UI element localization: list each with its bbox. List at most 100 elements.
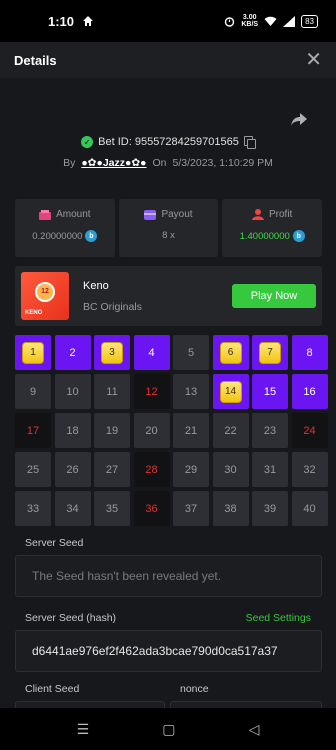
details-header: Details ✕ xyxy=(0,42,336,78)
payout-value: 8 x xyxy=(162,230,175,241)
server-hash-label: Server Seed (hash) xyxy=(25,612,117,624)
nonce-field[interactable] xyxy=(170,701,322,708)
keno-tile: 17 xyxy=(15,413,51,448)
server-hash-field[interactable]: d6441ae976ef2f462ada3bcae790d0ca517a37 xyxy=(15,630,322,672)
game-name: Keno xyxy=(83,279,109,292)
page-title: Details xyxy=(14,52,57,68)
close-icon[interactable]: ✕ xyxy=(305,50,322,70)
client-seed-field[interactable] xyxy=(15,701,165,708)
keno-tile: 22 xyxy=(212,413,249,448)
keno-tile: 37 xyxy=(173,491,209,526)
recent-apps-icon[interactable]: ☰ xyxy=(77,721,90,738)
status-bar: 1:10 3.00 KB/S 83 xyxy=(0,0,336,42)
hit-gem-icon: 7 xyxy=(259,341,281,364)
play-now-button[interactable]: Play Now xyxy=(232,284,316,308)
keno-tile: 40 xyxy=(291,491,328,526)
keno-tile: 27 xyxy=(94,452,130,487)
keno-tile: 36 xyxy=(133,491,170,526)
payout-icon xyxy=(144,209,157,220)
wifi-icon xyxy=(264,16,277,26)
keno-tile: 38 xyxy=(212,491,249,526)
status-icons: 3.00 KB/S 83 xyxy=(224,14,318,28)
thumbnail-tag: KENO xyxy=(25,310,43,316)
bet-meta-row: By ●✿●Jazz●✿● On 5/3/2023, 1:10:29 PM xyxy=(0,157,336,169)
keno-tile: 10 xyxy=(54,374,91,409)
username-link[interactable]: ●✿●Jazz●✿● xyxy=(81,157,146,169)
keno-tile: 12 xyxy=(133,374,170,409)
keno-tile: 29 xyxy=(173,452,209,487)
client-seed-label: Client Seed xyxy=(25,683,80,695)
keno-tile: 16 xyxy=(291,374,328,409)
home-icon[interactable]: ▢ xyxy=(162,721,175,738)
server-seed-field[interactable]: The Seed hasn't been revealed yet. xyxy=(15,555,322,597)
keno-tile: 34 xyxy=(54,491,91,526)
hit-gem-icon: 3 xyxy=(101,341,123,364)
coin-icon: b xyxy=(85,230,98,242)
keno-tile: 18 xyxy=(54,413,91,448)
signal-icon xyxy=(283,15,296,27)
keno-grid: 1 2 3 4 5 6 7 8 9 10 11 12 13 14 15 16 17 18 19 20 21 22 23 24 2… xyxy=(15,335,328,526)
bet-id: Bet ID: 95557284259701565 xyxy=(98,136,239,148)
keno-tile: 14 xyxy=(212,374,249,409)
bet-id-row: ✓ Bet ID: 95557284259701565 xyxy=(0,136,336,149)
share-icon[interactable] xyxy=(290,110,308,128)
amount-icon xyxy=(39,209,52,220)
copy-icon[interactable] xyxy=(243,136,256,149)
keno-tile: 8 xyxy=(291,335,328,370)
keno-tile: 33 xyxy=(15,491,51,526)
payout-card: Payout 8 x xyxy=(118,199,219,257)
keno-tile: 21 xyxy=(173,413,209,448)
keno-ball-icon: 12 xyxy=(35,282,55,302)
keno-tile: 28 xyxy=(133,452,170,487)
keno-tile: 9 xyxy=(15,374,51,409)
keno-tile: 5 xyxy=(173,335,209,370)
keno-tile: 20 xyxy=(133,413,170,448)
by-label: By xyxy=(63,157,76,169)
on-label: On xyxy=(152,157,167,169)
keno-tile: 2 xyxy=(54,335,91,370)
keno-tile: 39 xyxy=(252,491,288,526)
alarm-icon xyxy=(225,16,235,27)
hit-gem-icon: 1 xyxy=(22,341,44,364)
profit-icon xyxy=(252,209,264,220)
keno-tile: 15 xyxy=(252,374,288,409)
keno-tile: 26 xyxy=(54,452,91,487)
network-speed: 3.00 KB/S xyxy=(241,14,259,28)
bet-stats: Amount 0.20000000 b Payout 8 x Profit 1.… xyxy=(15,199,323,257)
keno-tile: 31 xyxy=(252,452,288,487)
seed-settings-link[interactable]: Seed Settings xyxy=(246,612,311,624)
back-icon[interactable]: ◁ xyxy=(249,721,260,738)
keno-tile: 7 xyxy=(252,335,288,370)
keno-tile: 11 xyxy=(94,374,130,409)
keno-tile: 1 xyxy=(15,335,51,370)
system-nav-bar: ☰ ▢ ◁ xyxy=(0,708,336,750)
keno-tile: 13 xyxy=(173,374,209,409)
status-time: 1:10 xyxy=(48,14,94,29)
hit-gem-icon: 6 xyxy=(219,341,242,364)
keno-tile: 32 xyxy=(291,452,328,487)
hit-gem-icon: 14 xyxy=(219,380,242,403)
time-text: 1:10 xyxy=(48,13,75,29)
keno-thumbnail: 12 KENO xyxy=(21,272,69,320)
server-seed-label: Server Seed xyxy=(25,537,84,549)
keno-tile: 19 xyxy=(94,413,130,448)
game-card: 12 KENO Keno BC Originals Play Now xyxy=(15,266,322,326)
keno-tile: 3 xyxy=(94,335,130,370)
battery-icon: 83 xyxy=(301,14,318,28)
bet-datetime: 5/3/2023, 1:10:29 PM xyxy=(172,157,273,169)
verified-check-icon: ✓ xyxy=(81,136,94,148)
keno-tile: 24 xyxy=(291,413,328,448)
keno-tile: 30 xyxy=(212,452,249,487)
profit-value: 1.40000000 xyxy=(239,230,290,242)
amount-card: Amount 0.20000000 b xyxy=(15,199,115,257)
details-content: ✓ Bet ID: 95557284259701565 By ●✿●Jazz●✿… xyxy=(0,78,336,708)
keno-tile: 4 xyxy=(133,335,170,370)
amount-value: 0.20000000 xyxy=(32,230,83,242)
profit-label: Profit xyxy=(269,209,293,220)
keno-tile: 23 xyxy=(252,413,288,448)
coin-icon: b xyxy=(292,230,305,242)
nonce-label: nonce xyxy=(180,683,209,695)
payout-label: Payout xyxy=(161,209,193,220)
amount-label: Amount xyxy=(56,209,91,220)
profit-card: Profit 1.40000000 b xyxy=(222,199,323,257)
